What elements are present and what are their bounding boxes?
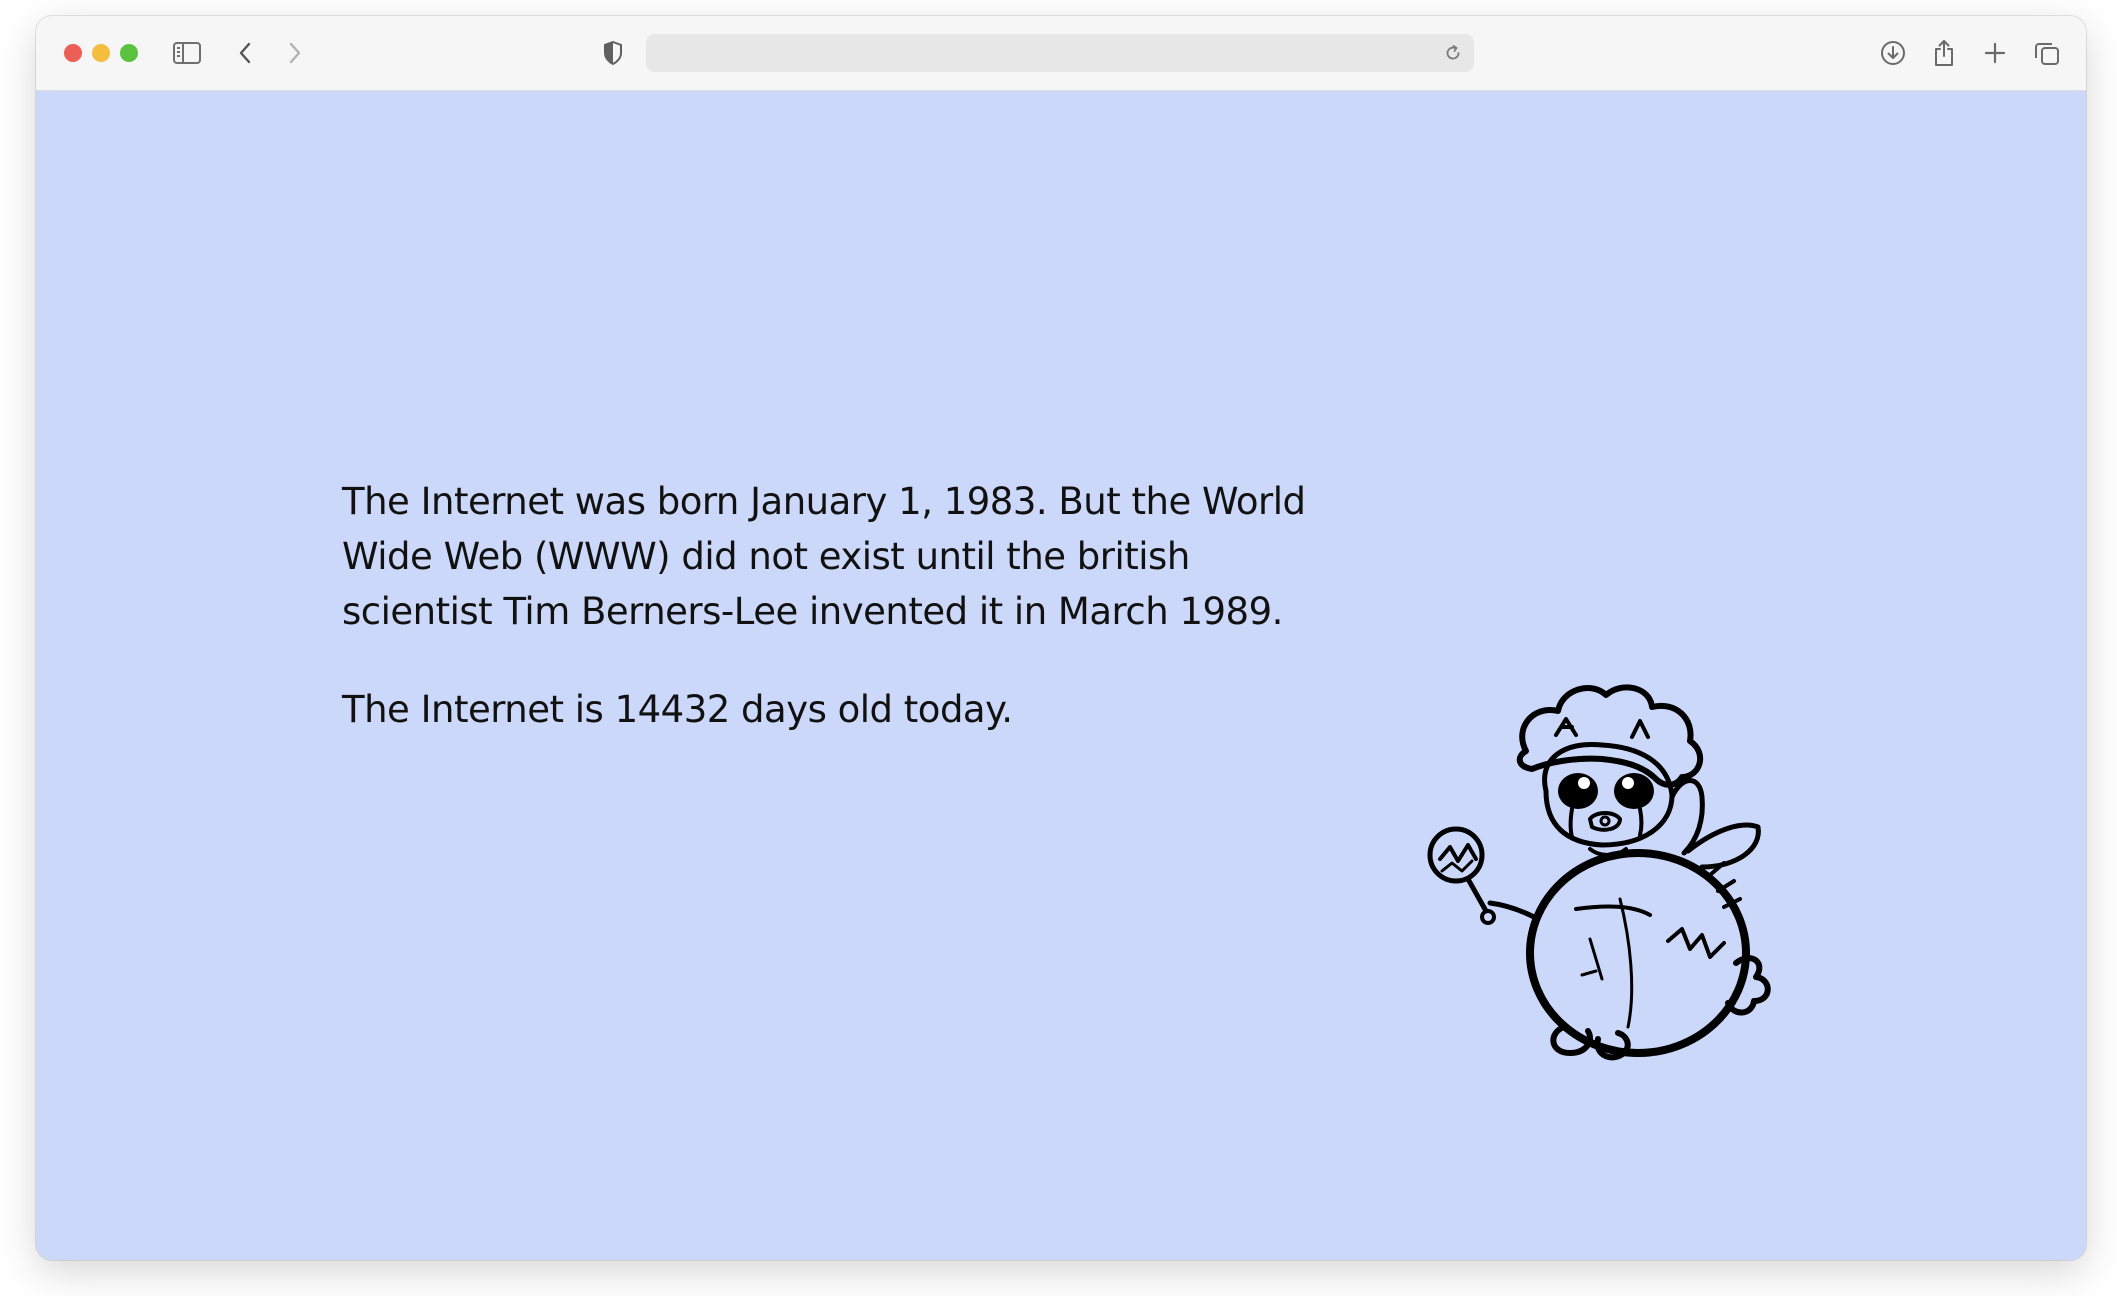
browser-toolbar (36, 16, 2086, 91)
internet-age-paragraph: The Internet is 14432 days old today. (342, 688, 1013, 731)
tabs-overview-icon[interactable] (2030, 36, 2064, 70)
new-tab-icon[interactable] (1978, 36, 2012, 70)
reload-icon[interactable] (1440, 40, 1466, 66)
maximize-window-button[interactable] (120, 44, 138, 62)
download-icon[interactable] (1876, 36, 1910, 70)
bee-mascot-illustration (1406, 679, 1796, 1079)
close-window-button[interactable] (64, 44, 82, 62)
shield-icon[interactable] (596, 36, 630, 70)
address-bar[interactable] (646, 34, 1474, 72)
browser-window: The Internet was born January 1, 1983. B… (36, 16, 2086, 1260)
internet-age-text: The Internet was born January 1, 1983. B… (342, 474, 1342, 737)
share-icon[interactable] (1927, 36, 1961, 70)
page-content: The Internet was born January 1, 1983. B… (36, 91, 2086, 1260)
sidebar-icon[interactable] (170, 36, 204, 70)
forward-icon[interactable] (278, 36, 312, 70)
minimize-window-button[interactable] (92, 44, 110, 62)
back-icon[interactable] (228, 36, 262, 70)
internet-history-paragraph: The Internet was born January 1, 1983. B… (342, 480, 1306, 633)
